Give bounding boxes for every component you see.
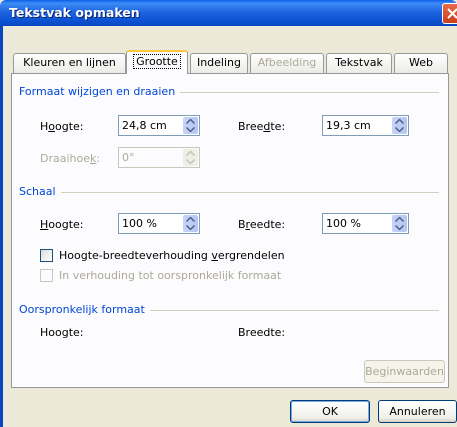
window-frame — [0, 26, 3, 427]
close-icon — [447, 8, 457, 19]
schaal-breedte-label: Breedte: — [238, 218, 286, 231]
tab-indeling[interactable]: Indeling — [190, 53, 248, 73]
original-breedte-label: Breedte: — [238, 326, 286, 339]
tab-afbeelding[interactable]: Afbeelding — [250, 53, 324, 73]
breedte-spinbox[interactable] — [322, 115, 409, 136]
tab-label: Grootte — [133, 54, 181, 69]
lock-aspect-ratio-label: Hoogte-breedteverhouding vergrendelen — [59, 249, 285, 262]
close-button[interactable] — [442, 3, 457, 24]
relative-to-original-checkbox[interactable] — [40, 269, 53, 282]
schaal-hoogte-label: Hoogte: — [40, 218, 84, 231]
schaal-breedte-spin-buttons[interactable] — [392, 215, 407, 232]
schaal-hoogte-spin-buttons[interactable] — [183, 215, 198, 232]
window-title: Tekstvak opmaken — [9, 5, 140, 20]
section-divider — [19, 192, 439, 193]
tab-kleuren-en-lijnen[interactable]: Kleuren en lijnen — [13, 53, 126, 73]
spin-up-icon[interactable] — [395, 217, 404, 222]
tab-tekstvak[interactable]: Tekstvak — [326, 53, 392, 73]
relative-to-original-label: In verhouding tot oorspronkelijk formaat — [59, 269, 282, 282]
tab-label: Kleuren en lijnen — [23, 56, 116, 69]
spin-down-icon[interactable] — [395, 127, 404, 132]
schaal-hoogte-spinbox[interactable] — [118, 213, 200, 234]
schaal-breedte-input[interactable] — [323, 214, 392, 233]
schaal-breedte-spinbox[interactable] — [322, 213, 409, 234]
draaihoek-label: Draaihoek: — [40, 152, 101, 165]
tab-label: Afbeelding — [257, 56, 317, 69]
spin-down-icon[interactable] — [186, 159, 195, 164]
spin-down-icon[interactable] — [186, 127, 195, 132]
section-title-formaat: Formaat wijzigen en draaien — [19, 85, 181, 98]
section-title-schaal: Schaal — [19, 185, 61, 198]
tab-panel-grootte: Formaat wijzigen en draaien Hoogte: Bree… — [11, 73, 449, 388]
spin-up-icon[interactable] — [186, 151, 195, 156]
reset-button[interactable]: Beginwaarden — [364, 360, 445, 383]
tab-label: Web — [409, 56, 433, 69]
spin-up-icon[interactable] — [395, 119, 404, 124]
spin-up-icon[interactable] — [186, 217, 195, 222]
draaihoek-spinbox[interactable] — [118, 147, 200, 168]
hoogte-input[interactable] — [119, 116, 183, 135]
draaihoek-spin-buttons[interactable] — [183, 149, 198, 166]
section-title-oorspronkelijk: Oorspronkelijk formaat — [19, 303, 150, 316]
breedte-label: Breedte: — [238, 120, 286, 133]
spin-up-icon[interactable] — [186, 119, 195, 124]
ok-button[interactable]: OK — [290, 400, 370, 423]
tab-web[interactable]: Web — [394, 53, 448, 73]
tab-grootte[interactable]: Grootte — [126, 50, 188, 74]
lock-aspect-ratio-checkbox[interactable] — [40, 249, 53, 262]
tab-label: Indeling — [196, 56, 242, 69]
breedte-input[interactable] — [323, 116, 392, 135]
hoogte-spinbox[interactable] — [118, 115, 200, 136]
tab-label: Tekstvak — [335, 56, 383, 69]
spin-down-icon[interactable] — [186, 225, 195, 230]
hoogte-label: Hoogte: — [40, 120, 84, 133]
cancel-button[interactable]: Annuleren — [378, 400, 457, 423]
draaihoek-input[interactable] — [119, 148, 183, 167]
hoogte-spin-buttons[interactable] — [183, 117, 198, 134]
schaal-hoogte-input[interactable] — [119, 214, 183, 233]
title-bar[interactable]: Tekstvak opmaken — [0, 0, 457, 26]
breedte-spin-buttons[interactable] — [392, 117, 407, 134]
spin-down-icon[interactable] — [395, 225, 404, 230]
original-hoogte-label: Hoogte: — [40, 326, 84, 339]
